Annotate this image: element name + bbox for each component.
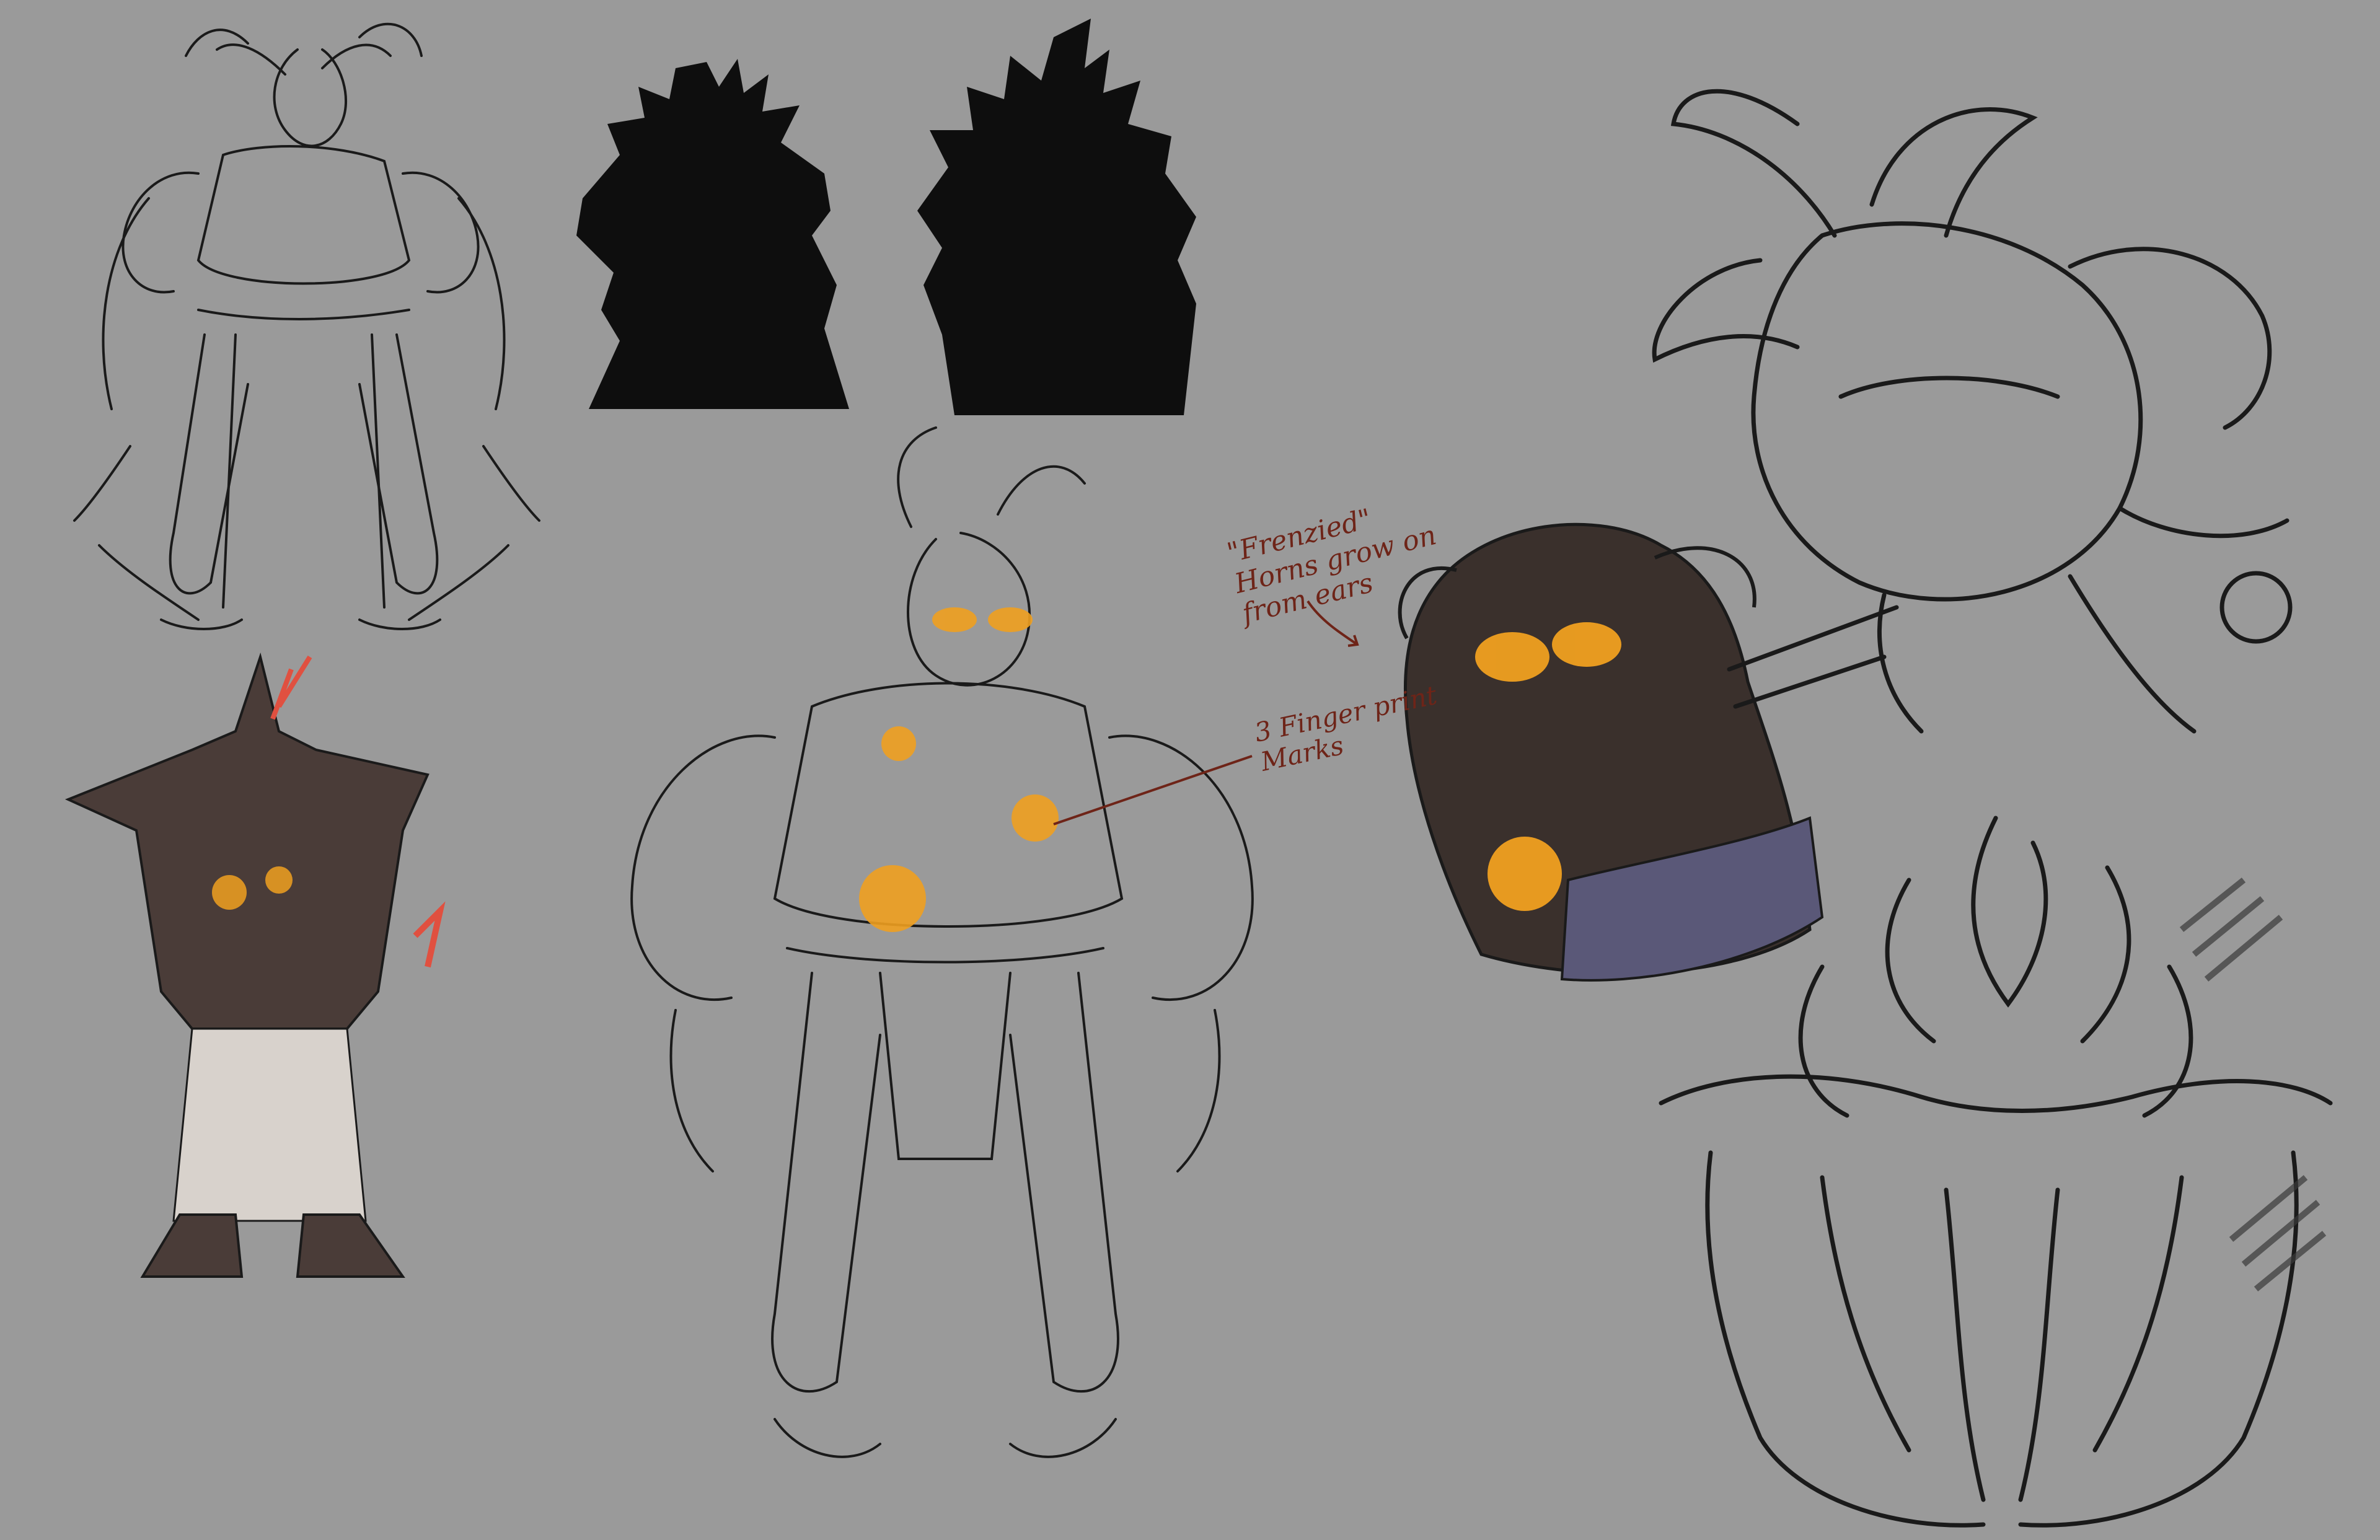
line-sketch-demon-topleft (73, 22, 540, 630)
main-demon-sketch (630, 426, 1254, 1458)
silhouette-thumbnail-2 (917, 19, 1196, 415)
horned-head-sketch (1652, 89, 2293, 734)
concept-sheet: "Frenzied" Horns grow on from ears 3 Fin… (0, 0, 2380, 1540)
hooded-flame-sketch (1659, 816, 2333, 1528)
annotation-line-finger (1053, 755, 1253, 825)
silhouette-thumbnail-1 (576, 59, 849, 409)
annotation-arrow-frenzied (1307, 600, 1359, 647)
colored-demon-bottomleft (64, 652, 446, 1278)
